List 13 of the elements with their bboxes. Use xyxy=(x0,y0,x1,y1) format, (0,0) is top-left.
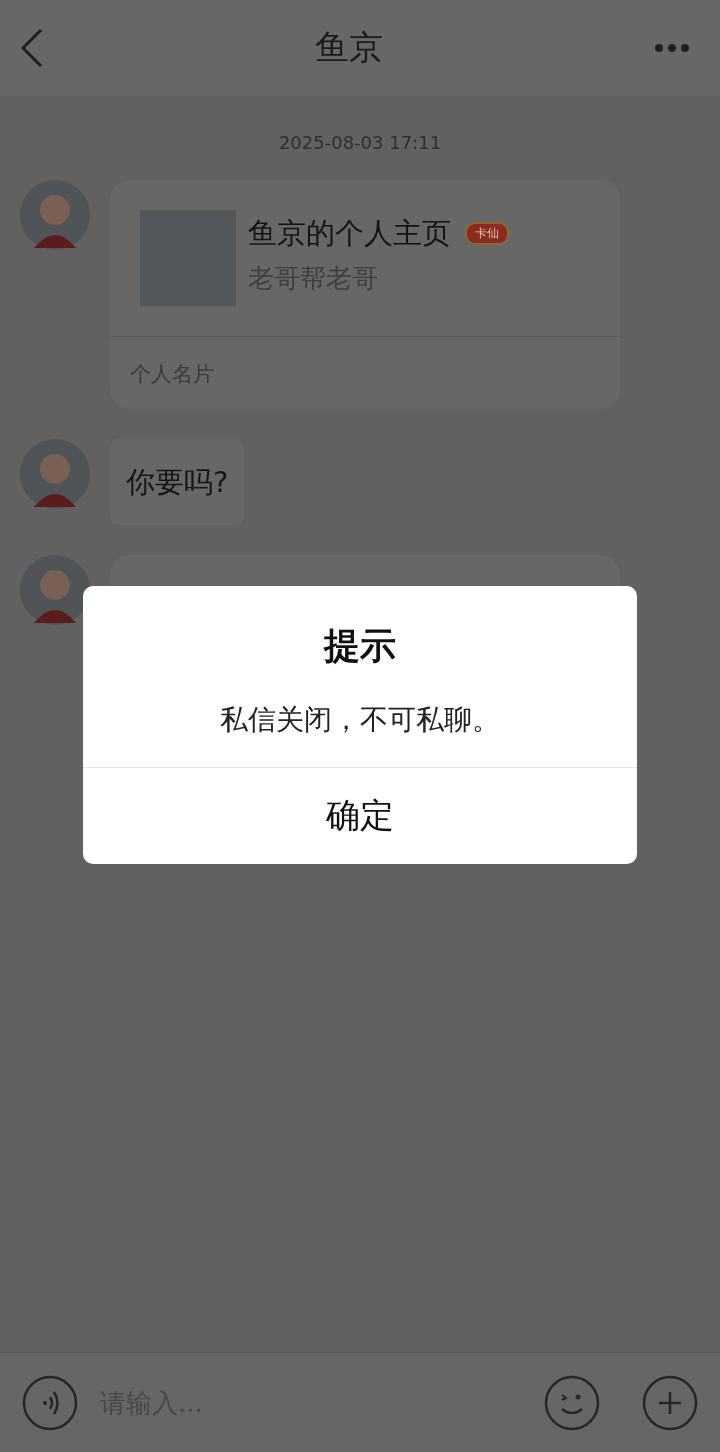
more-icon[interactable] xyxy=(654,43,690,53)
chat-title: 鱼京 xyxy=(315,26,383,69)
voice-icon[interactable] xyxy=(22,1374,78,1431)
emoji-icon[interactable] xyxy=(544,1374,600,1431)
message-bubble: 你要吗? xyxy=(110,439,245,525)
avatar-icon[interactable] xyxy=(20,555,90,625)
confirm-button[interactable]: 确定 xyxy=(83,767,637,864)
card-title: 鱼京的个人主页 xyxy=(248,216,451,251)
plus-icon[interactable] xyxy=(642,1374,698,1431)
level-badge: 卡仙 xyxy=(465,222,509,245)
dialog-message: 私信关闭，不可私聊。 xyxy=(220,702,500,738)
dialog-title: 提示 xyxy=(324,624,396,668)
back-icon[interactable] xyxy=(20,28,44,68)
